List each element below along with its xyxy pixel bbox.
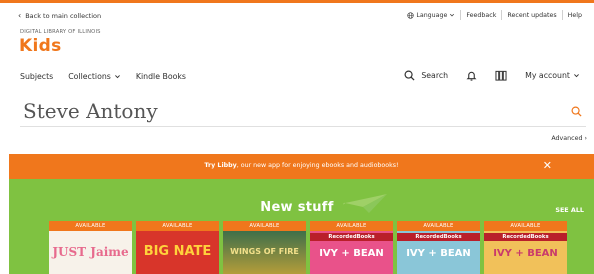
chevron-down-icon [114, 75, 120, 79]
banner-link[interactable]: Try Libby [204, 162, 236, 169]
search-icon [404, 70, 415, 81]
nav-subjects[interactable]: Subjects [20, 72, 53, 81]
book-title: IVY + BEAN [406, 248, 471, 259]
language-label: Language [416, 11, 448, 19]
nav-subjects-label: Subjects [20, 72, 54, 81]
new-stuff-title: New stuff [260, 200, 334, 215]
availability-badge: AVAILABLE [484, 221, 567, 231]
utility-links: Language Feedback Recent updates Help [402, 10, 587, 20]
nav-search-label: Search [421, 71, 449, 80]
search-icon[interactable] [571, 106, 582, 117]
language-menu[interactable]: Language [402, 12, 460, 19]
back-to-main-link[interactable]: ‹ Back to main collection [18, 11, 102, 21]
book-cover[interactable]: AVAILABLE WINGS OF FIRE [223, 221, 306, 274]
banner-message: Try Libby, our new app for enjoying eboo… [9, 162, 594, 169]
chevron-left-icon: ‹ [18, 11, 22, 20]
books-icon [495, 70, 507, 81]
my-account-menu[interactable]: My account [525, 71, 580, 80]
book-title: BIG NATE [143, 244, 212, 259]
advanced-search-label: Advanced [551, 135, 583, 142]
main-nav: Subjects Collections Kindle Books Search [0, 67, 594, 87]
chevron-down-icon [574, 74, 579, 78]
availability-badge: AVAILABLE [397, 221, 480, 231]
recent-updates-link[interactable]: Recent updates [502, 12, 561, 19]
nav-search[interactable]: Search [404, 70, 448, 81]
my-account-label: My account [525, 71, 570, 80]
back-label: Back to main collection [25, 12, 102, 20]
availability-badge: AVAILABLE [136, 221, 219, 231]
see-all-link[interactable]: SEE ALL [555, 206, 584, 214]
book-title: WINGS OF FIRE [230, 247, 299, 256]
book-cover[interactable]: AVAILABLE RecordedBooks IVY + BEAN [397, 221, 480, 274]
banner-text: , our new app for enjoying ebooks and au… [236, 162, 399, 169]
publisher-label: RecordedBooks [397, 233, 480, 241]
bell-icon [466, 71, 477, 81]
advanced-search-link[interactable]: Advanced › [551, 135, 587, 142]
close-icon[interactable]: ✕ [543, 159, 552, 172]
site-logo[interactable]: Kids [19, 36, 62, 56]
availability-badge: AVAILABLE [223, 221, 306, 231]
book-cover[interactable]: AVAILABLE RecordedBooks IVY + BEAN [484, 221, 567, 274]
search-input[interactable]: Steve Antony [23, 99, 158, 123]
search-underline [20, 126, 586, 127]
nav-collections[interactable]: Collections [68, 72, 121, 81]
help-link[interactable]: Help [563, 12, 587, 19]
utility-bar: ‹ Back to main collection Language Feedb… [0, 3, 594, 27]
book-title: JUST Jaime [52, 245, 129, 259]
nav-collections-label: Collections [68, 72, 111, 81]
availability-badge: AVAILABLE [310, 221, 393, 231]
notifications-button[interactable] [466, 70, 477, 81]
book-title: IVY + BEAN [319, 248, 384, 259]
library-name: DIGITAL LIBRARY OF ILLINOIS [20, 29, 101, 35]
bookshelf-button[interactable] [495, 70, 507, 81]
feedback-link[interactable]: Feedback [461, 12, 501, 19]
book-cover[interactable]: AVAILABLE JUST Jaime [49, 221, 132, 274]
nav-kindle-books-label: Kindle Books [135, 72, 186, 81]
chevron-down-icon [450, 13, 455, 17]
book-cover[interactable]: AVAILABLE BIG NATE [136, 221, 219, 274]
book-cover[interactable]: AVAILABLE RecordedBooks IVY + BEAN [310, 221, 393, 274]
availability-badge: AVAILABLE [49, 221, 132, 231]
nav-kindle-books[interactable]: Kindle Books [136, 72, 186, 81]
libby-banner: Try Libby, our new app for enjoying eboo… [9, 154, 594, 179]
publisher-label: RecordedBooks [484, 233, 567, 241]
globe-icon [407, 11, 414, 19]
book-title: IVY + BEAN [493, 248, 558, 259]
publisher-label: RecordedBooks [310, 233, 393, 241]
